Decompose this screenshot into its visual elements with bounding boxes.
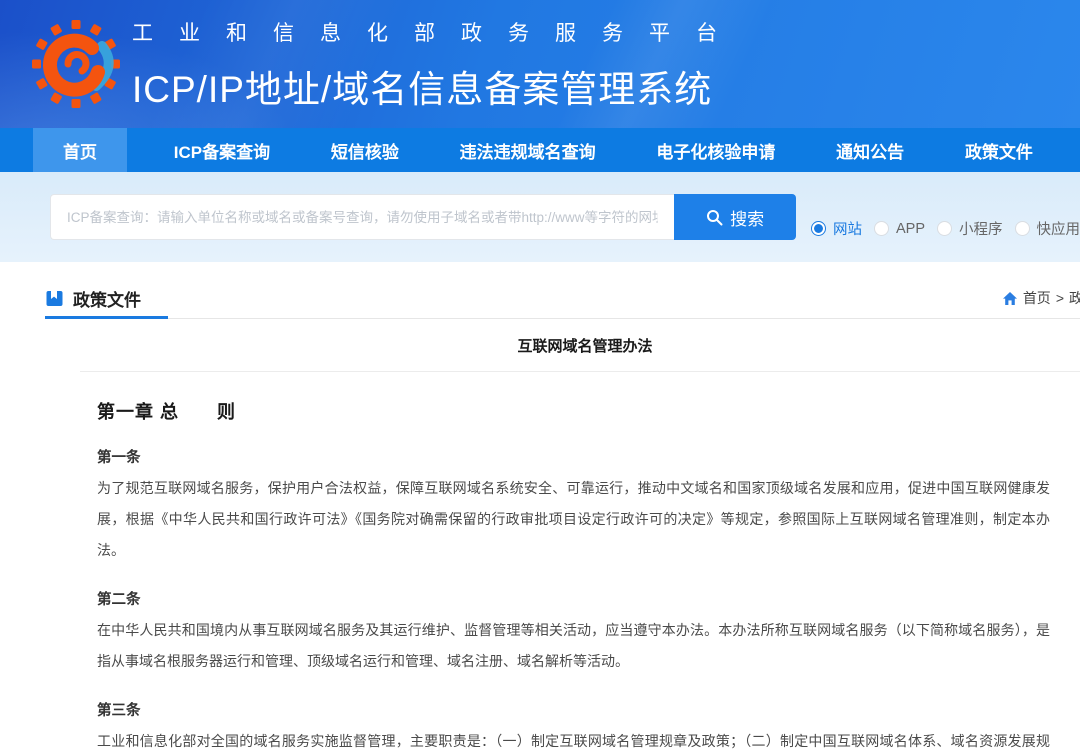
main-nav: 首页 ICP备案查询 短信核验 违法违规域名查询 电子化核验申请 通知公告 政策… (0, 128, 1080, 172)
breadcrumb-home-link[interactable]: 首页 (1023, 288, 1051, 308)
breadcrumb-current: 政策文件 (1069, 288, 1080, 308)
icp-beian-page: { "header": { "platform_title": "工业和信息化部… (0, 0, 1080, 753)
article-item: 第一条 为了规范互联网域名服务，保护用户合法权益，保障互联网域名系统安全、可靠运… (97, 446, 1050, 566)
magnifier-icon (706, 209, 723, 226)
radio-option-miniprogram[interactable]: 小程序 (937, 218, 1003, 239)
nav-item-home[interactable]: 首页 (33, 128, 127, 172)
radio-label: 快应用 (1037, 218, 1080, 239)
search-button-label: 搜索 (730, 205, 764, 230)
radio-option-quickapp[interactable]: 快应用 (1015, 218, 1080, 239)
radio-selected-icon (811, 221, 826, 236)
radio-icon (937, 221, 952, 236)
header-titles: 工业和信息化部政务服务平台 ICP/IP地址/域名信息备案管理系统 (132, 15, 743, 113)
section-title: 政策文件 (73, 286, 141, 311)
radio-icon (874, 221, 889, 236)
nav-item-illegal-domain-query[interactable]: 违法违规域名查询 (446, 128, 610, 172)
article-item: 第二条 在中华人民共和国境内从事互联网域名服务及其运行维护、监督管理等相关活动，… (97, 588, 1050, 677)
site-header: 工业和信息化部政务服务平台 ICP/IP地址/域名信息备案管理系统 (0, 0, 1080, 128)
nav-item-notices[interactable]: 通知公告 (822, 128, 918, 172)
breadcrumb-separator: > (1056, 290, 1064, 306)
system-title: ICP/IP地址/域名信息备案管理系统 (132, 59, 743, 113)
miit-gear-logo-icon (28, 12, 124, 116)
home-icon (1002, 291, 1018, 306)
radio-label: 网站 (833, 218, 862, 239)
radio-label: APP (896, 221, 925, 237)
nav-item-sms-verify[interactable]: 短信核验 (317, 128, 413, 172)
platform-title: 工业和信息化部政务服务平台 (132, 17, 743, 47)
article-item-heading: 第二条 (97, 588, 1050, 609)
active-tab-underline (45, 316, 168, 319)
breadcrumb: 首页 > 政策文件 (1002, 288, 1080, 308)
divider-line (45, 318, 1080, 319)
article-title: 互联网域名管理办法 (45, 335, 1080, 356)
title-divider (80, 371, 1080, 372)
search-type-options: 网站 APP 小程序 快应用 (811, 218, 1080, 239)
nav-item-policy-files[interactable]: 政策文件 (951, 128, 1047, 172)
radio-label: 小程序 (959, 218, 1003, 239)
book-icon (45, 289, 64, 308)
article-item-heading: 第一条 (97, 446, 1050, 467)
article-body: 第一章 总 则 第一条 为了规范互联网域名服务，保护用户合法权益，保障互联网域名… (97, 398, 1050, 753)
article-item: 第三条 工业和信息化部对全国的域名服务实施监督管理，主要职责是：（一）制定互联网… (97, 699, 1050, 753)
search-section: 搜索 网站 APP 小程序 快应用 (0, 172, 1080, 262)
section-header: 政策文件 首页 > 政策文件 (45, 280, 1080, 316)
nav-item-icp-query[interactable]: ICP备案查询 (160, 128, 284, 172)
gear-e-logo-svg (28, 12, 124, 116)
article-item-heading: 第三条 (97, 699, 1050, 720)
chapter-heading: 第一章 总 则 (97, 398, 1050, 424)
content-area: 政策文件 首页 > 政策文件 互联网域名管理办法 第一章 总 则 第一条 为了规… (45, 280, 1080, 753)
search-button[interactable]: 搜索 (674, 194, 796, 240)
nav-item-e-verification[interactable]: 电子化核验申请 (642, 128, 789, 172)
radio-option-app[interactable]: APP (874, 221, 925, 237)
radio-option-website[interactable]: 网站 (811, 218, 862, 239)
radio-icon (1015, 221, 1030, 236)
article-item-text: 工业和信息化部对全国的域名服务实施监督管理，主要职责是：（一）制定互联网域名管理… (97, 726, 1050, 753)
section-divider (45, 316, 1080, 319)
article-item-text: 为了规范互联网域名服务，保护用户合法权益，保障互联网域名系统安全、可靠运行，推动… (97, 473, 1050, 566)
search-input[interactable] (50, 194, 674, 240)
article-item-text: 在中华人民共和国境内从事互联网域名服务及其运行维护、监督管理等相关活动，应当遵守… (97, 615, 1050, 677)
